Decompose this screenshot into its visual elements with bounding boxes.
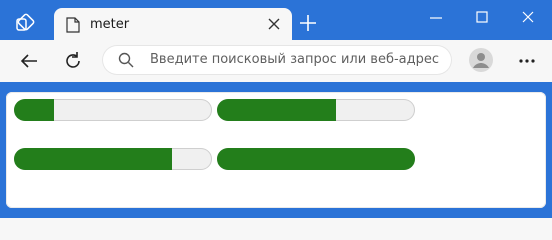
workspaces-icon[interactable] xyxy=(14,12,38,36)
meter-3 xyxy=(14,148,212,170)
meter-fill xyxy=(14,148,173,170)
tab-meter[interactable]: meter xyxy=(54,8,292,40)
back-arrow-icon[interactable] xyxy=(18,50,40,72)
refresh-icon[interactable] xyxy=(62,50,84,72)
page-content xyxy=(6,92,546,208)
search-icon xyxy=(118,52,134,68)
page-icon xyxy=(66,17,80,33)
meter-fill xyxy=(217,148,415,170)
minimize-icon[interactable] xyxy=(424,8,448,28)
profile-icon[interactable] xyxy=(469,48,493,72)
meter-fill xyxy=(14,99,54,121)
close-icon[interactable] xyxy=(266,16,282,32)
tab-title: meter xyxy=(90,17,130,32)
address-bar[interactable]: Введите поисковый запрос или веб-адрес xyxy=(102,45,452,75)
toolbar: Введите поисковый запрос или веб-адрес xyxy=(0,40,552,82)
title-bar: meter xyxy=(0,0,552,40)
browser-window: meter Введите поисковый запрос или веб-а… xyxy=(0,0,552,218)
maximize-icon[interactable] xyxy=(470,8,494,28)
meter-fill xyxy=(217,99,336,121)
more-icon[interactable] xyxy=(516,52,538,70)
meter-1 xyxy=(14,99,212,121)
window-close-icon[interactable] xyxy=(516,8,540,28)
plus-icon[interactable] xyxy=(299,14,317,32)
address-placeholder: Введите поисковый запрос или веб-адрес xyxy=(150,52,440,67)
meter-2 xyxy=(217,99,415,121)
meter-4 xyxy=(217,148,415,170)
